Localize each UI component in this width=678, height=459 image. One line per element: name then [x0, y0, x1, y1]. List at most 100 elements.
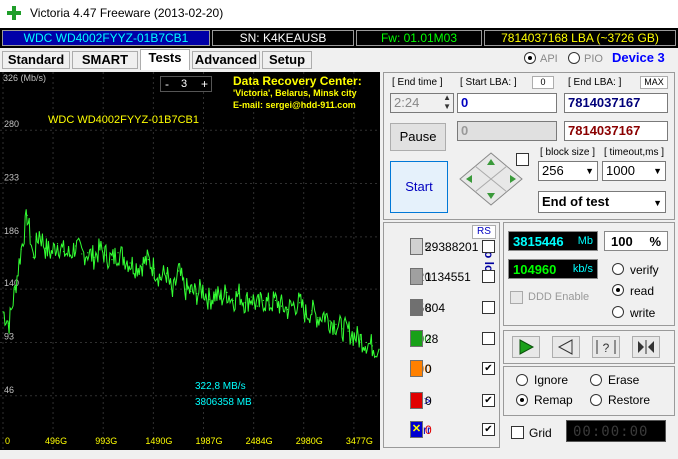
end-time-label: [ End time ] — [392, 77, 443, 88]
speed-point — [50, 252, 53, 254]
speed-value: 104960 — [513, 262, 557, 277]
counter-log-checkbox[interactable]: ✔ — [482, 362, 495, 375]
counter-log-checkbox[interactable] — [482, 301, 495, 314]
end-lba-max-button[interactable]: MAX — [640, 76, 668, 89]
timeout-select[interactable]: 1000 ▼ — [602, 161, 666, 181]
play-button[interactable] — [512, 336, 540, 358]
speed-point — [8, 322, 10, 324]
timer-display: 00:00:00 — [566, 420, 666, 442]
api-radio[interactable] — [524, 52, 536, 64]
speed-point — [177, 270, 180, 272]
tab-tests[interactable]: Tests — [140, 49, 190, 70]
end-mode-select[interactable]: End of test ▼ — [538, 191, 666, 213]
counter-row: 50 804 — [383, 297, 499, 319]
ddd-checkbox[interactable] — [510, 291, 523, 304]
speed-point — [286, 308, 289, 311]
speed-display: 104960 kb/s — [508, 259, 598, 279]
speed-series-line — [2, 209, 380, 359]
counter-log-checkbox[interactable]: ✔ — [482, 394, 495, 407]
seek-end-button[interactable] — [632, 336, 660, 358]
end-mode-value: End of test — [542, 194, 610, 209]
start-lba-field[interactable]: 0 — [457, 93, 557, 113]
nav-checkbox[interactable] — [516, 153, 529, 166]
zoom-plus-button[interactable]: + — [201, 77, 208, 91]
tab-standard[interactable]: Standard — [2, 51, 70, 69]
percent-value: 100 — [611, 234, 633, 249]
end-time-field[interactable]: 2:24 ▲ ▼ — [390, 93, 454, 113]
navigation-pad[interactable] — [458, 151, 524, 207]
erase-radio[interactable] — [590, 374, 602, 386]
chart-xtick: 1490G — [145, 436, 172, 446]
tab-advanced[interactable]: Advanced — [192, 51, 260, 69]
percent-display: 100 % — [604, 231, 668, 251]
remap-label: Remap — [534, 393, 573, 407]
speed-point — [347, 330, 349, 332]
start-button[interactable]: Start — [390, 161, 448, 213]
speed-chart: 280 233 186 140 93 46 0 496G 993G 1490G 1987G 2484G… — [0, 72, 380, 450]
tab-setup[interactable]: Setup — [262, 51, 312, 69]
drive-capacity: 7814037168 LBA (~3726 GB) — [484, 30, 676, 46]
svg-text:?: ? — [603, 341, 610, 355]
counter-value: 0 — [425, 423, 432, 437]
chart-ytick: 46 — [4, 385, 14, 395]
end-lba-field[interactable]: 7814037167 — [564, 93, 668, 113]
read-radio[interactable] — [612, 284, 624, 296]
ignore-radio[interactable] — [516, 374, 528, 386]
interface-select: API PIO Device 3 — [520, 50, 678, 66]
end-lba-label: [ End LBA: ] — [568, 77, 622, 88]
drive-serial: SN: K4KEAUSB — [212, 30, 354, 46]
chart-xtick: 1987G — [196, 436, 223, 446]
speed-point — [335, 323, 337, 325]
counter-log-checkbox[interactable]: ✔ — [482, 423, 495, 436]
pause-button[interactable]: Pause — [390, 123, 446, 151]
counter-log-checkbox[interactable] — [482, 270, 495, 283]
speed-point — [232, 299, 234, 302]
speed-chart-plot: 28023318614093460 496G 993G 1490G 1987G 2484G… — [0, 72, 380, 450]
device-label[interactable]: Device 3 — [612, 50, 665, 65]
current-lba-field: 0 — [457, 121, 557, 141]
api-label: API — [540, 53, 558, 65]
seek-random-button[interactable]: ? — [592, 336, 620, 358]
block-size-select[interactable]: 256 ▼ — [538, 161, 598, 181]
speed-point — [26, 214, 28, 216]
chart-xtick: 496G — [45, 436, 67, 446]
speed-point — [69, 254, 71, 256]
counter-value: 1134551 — [425, 270, 471, 284]
counter-log-checkbox[interactable] — [482, 332, 495, 345]
counter-log-checkbox[interactable] — [482, 240, 495, 253]
counter-swatch — [410, 268, 423, 285]
speed-point — [123, 256, 125, 258]
zoom-value: 3 — [181, 78, 188, 90]
seek-end-icon — [638, 340, 654, 354]
tab-smart[interactable]: SMART — [72, 51, 138, 69]
speed-point — [171, 295, 174, 297]
counter-swatch — [410, 330, 423, 347]
counter-row: >0 ✔ — [383, 390, 499, 412]
write-radio[interactable] — [612, 306, 624, 318]
counter-value: 28 — [425, 332, 439, 346]
restore-radio[interactable] — [590, 394, 602, 406]
erase-label: Erase — [608, 373, 640, 387]
percent-unit: % — [649, 234, 661, 249]
zoom-minus-button[interactable]: - — [165, 77, 169, 91]
timeout-label: [ timeout,ms ] — [604, 147, 665, 158]
speed-point — [353, 335, 355, 337]
speed-point — [81, 253, 83, 255]
pio-radio[interactable] — [568, 52, 580, 64]
actions-panel: Ignore Erase Remap Restore — [503, 366, 675, 416]
back-button[interactable] — [552, 336, 580, 358]
counter-swatch — [410, 392, 423, 409]
speed-point — [268, 304, 271, 306]
verify-radio[interactable] — [612, 263, 624, 275]
counter-swatch — [410, 238, 423, 255]
speed-point — [317, 316, 319, 319]
start-lba-reset-button[interactable]: 0 — [532, 76, 554, 89]
speed-point — [359, 338, 361, 340]
counter-row: Err ✕ 0 ✔ — [383, 419, 499, 441]
grid-label: Grid — [529, 426, 552, 440]
grid-checkbox[interactable] — [511, 426, 524, 439]
counter-row: 6000✔ — [383, 358, 499, 380]
counter-value: 804 — [425, 301, 446, 315]
remap-radio[interactable] — [516, 394, 528, 406]
write-label: write — [630, 306, 656, 320]
